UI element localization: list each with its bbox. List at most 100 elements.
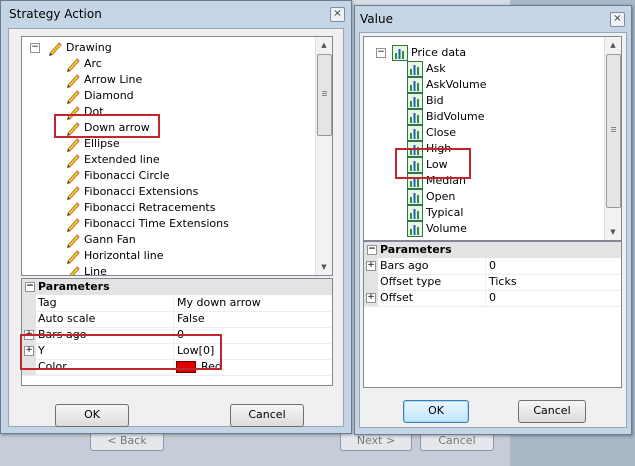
tree-item[interactable]: Volume [364, 221, 621, 237]
tree-item[interactable]: Horizontal line [22, 248, 302, 264]
tree-item[interactable]: Ellipse [22, 136, 302, 152]
value-dialog: Value × − Price data Ask AskVolume Bid BidV… [354, 5, 632, 435]
tree-label-drawing: Drawing [66, 41, 112, 54]
tree-item-label: Line [84, 265, 107, 276]
tree-item[interactable]: Gann Fan [22, 232, 302, 248]
tree-item[interactable]: Arrow Line [22, 72, 302, 88]
expand-icon[interactable]: + [366, 293, 376, 303]
pencil-icon [67, 154, 80, 168]
tree-item[interactable]: Close [364, 125, 621, 141]
tree-label-price-data: Price data [411, 46, 467, 59]
tree-item-label: Open [426, 190, 456, 203]
tree-item[interactable]: Open [364, 189, 621, 205]
pencil-icon [67, 74, 80, 88]
parameter-name: Tag [38, 296, 57, 309]
bar-chart-icon [392, 45, 408, 61]
bar-chart-icon [407, 125, 423, 141]
tree-item-label: Extended line [84, 153, 160, 166]
tree-item[interactable]: Diamond [22, 88, 302, 104]
bar-chart-icon [407, 77, 423, 93]
tree-item-label: Fibonacci Circle [84, 169, 170, 182]
parameter-row[interactable]: Offset type Ticks [364, 274, 621, 291]
background-back-button[interactable]: < Back [90, 434, 164, 451]
value-title: Value [360, 12, 393, 26]
tree-item[interactable]: Fibonacci Circle [22, 168, 302, 184]
tree-item-label: Horizontal line [84, 249, 164, 262]
parameters-category: − Parameters [22, 279, 332, 295]
pencil-icon [67, 250, 80, 264]
ok-button[interactable]: OK [403, 400, 469, 423]
scroll-thumb[interactable] [317, 54, 332, 136]
tree-item[interactable]: Bid [364, 93, 621, 109]
collapse-icon[interactable]: − [25, 282, 35, 292]
background-next-button[interactable]: Next > [340, 434, 412, 451]
tree-item[interactable]: BidVolume [364, 109, 621, 125]
highlight-y-row [20, 334, 222, 370]
parameter-value[interactable]: False [173, 311, 332, 327]
collapse-icon[interactable]: − [376, 48, 386, 58]
tree-item[interactable]: Line [22, 264, 302, 276]
value-client: − Price data Ask AskVolume Bid BidVolume Clo… [359, 32, 627, 428]
ok-button[interactable]: OK [55, 404, 129, 427]
scroll-up-icon[interactable]: ▲ [316, 37, 332, 53]
scroll-up-icon[interactable]: ▲ [605, 37, 621, 53]
parameter-row[interactable]: Auto scale False [22, 311, 332, 328]
parameters-category-label: Parameters [38, 280, 110, 293]
collapse-icon[interactable]: − [367, 245, 377, 255]
tree-item[interactable]: Fibonacci Extensions [22, 184, 302, 200]
tree-node-drawing[interactable]: − Drawing [22, 40, 312, 56]
tree-item[interactable]: Typical [364, 205, 621, 221]
tree-item[interactable]: Ask [364, 61, 621, 77]
pencil-icon [67, 186, 80, 200]
tree-item-label: Arc [84, 57, 102, 70]
parameter-row[interactable]: + Bars ago 0 [364, 258, 621, 275]
scroll-down-icon[interactable]: ▼ [605, 224, 621, 240]
cancel-button[interactable]: Cancel [518, 400, 586, 423]
tree-item-label: AskVolume [426, 78, 487, 91]
parameter-value[interactable]: Ticks [485, 274, 621, 290]
strategy-action-titlebar: Strategy Action × [1, 1, 351, 27]
tree-node-price-data[interactable]: − Price data [364, 45, 604, 61]
parameter-value[interactable]: My down arrow [173, 295, 332, 311]
scroll-down-icon[interactable]: ▼ [316, 259, 332, 275]
tree-item-label: Gann Fan [84, 233, 136, 246]
pencil-icon [67, 138, 80, 152]
tree-item[interactable]: Extended line [22, 152, 302, 168]
bar-chart-icon [407, 61, 423, 77]
pencil-icon [67, 234, 80, 248]
pencil-icon [69, 266, 80, 275]
close-icon[interactable]: × [330, 7, 345, 22]
parameter-value[interactable]: 0 [485, 290, 621, 306]
tree-item-label: Arrow Line [84, 73, 143, 86]
close-icon[interactable]: × [610, 12, 625, 27]
tree-item-label: Fibonacci Extensions [84, 185, 199, 198]
pencil-icon [67, 218, 80, 232]
background-cancel-button[interactable]: Cancel [420, 434, 494, 451]
parameter-row[interactable]: Tag My down arrow [22, 295, 332, 312]
tree-item-label: Fibonacci Time Extensions [84, 217, 229, 230]
expand-icon[interactable]: + [366, 261, 376, 271]
tree-item[interactable]: Fibonacci Time Extensions [22, 216, 302, 232]
scroll-thumb[interactable] [606, 54, 621, 208]
tree-item-label: Bid [426, 94, 444, 107]
parameter-name: Offset type [380, 275, 442, 288]
parameter-value[interactable]: 0 [485, 258, 621, 274]
tree-item-label: Close [426, 126, 456, 139]
drawing-tree-scrollbar[interactable]: ▲ ▼ [315, 37, 332, 275]
pencil-icon [67, 58, 80, 72]
cancel-button[interactable]: Cancel [230, 404, 304, 427]
bar-chart-icon [407, 221, 423, 237]
tree-item[interactable]: Fibonacci Retracements [22, 200, 302, 216]
value-titlebar: Value × [355, 6, 631, 32]
parameter-name: Bars ago [380, 259, 429, 272]
parameter-row[interactable]: + Offset 0 [364, 290, 621, 307]
tree-item[interactable]: Arc [22, 56, 302, 72]
tree-item-label: BidVolume [426, 110, 485, 123]
price-data-scrollbar[interactable]: ▲ ▼ [604, 37, 621, 240]
bar-chart-icon [407, 109, 423, 125]
tree-item[interactable]: AskVolume [364, 77, 621, 93]
bar-chart-icon [407, 93, 423, 109]
pencil-icon [49, 42, 62, 56]
pencil-icon [67, 202, 80, 216]
collapse-icon[interactable]: − [30, 43, 40, 53]
